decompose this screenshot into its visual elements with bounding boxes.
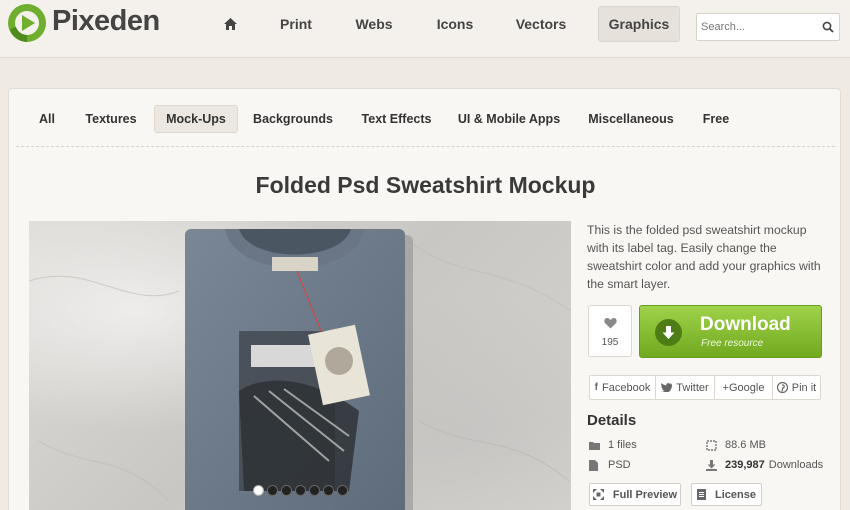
- downloads-count: 239,987: [725, 459, 765, 471]
- search-box: [696, 13, 840, 41]
- share-label: Facebook: [602, 381, 651, 394]
- file-size-icon: [706, 439, 717, 451]
- detail-size: 88.6 MB: [706, 439, 766, 451]
- detail-format: PSD: [589, 459, 631, 471]
- divider: [16, 146, 835, 147]
- category-miscellaneous[interactable]: Miscellaneous: [581, 105, 681, 133]
- sweatshirt-illustration: [29, 229, 571, 510]
- search-input[interactable]: [701, 19, 816, 35]
- download-subtitle: Free resource: [701, 338, 764, 349]
- share-bar: f Facebook Twitter +Google Pin it: [589, 375, 821, 400]
- downloads-label: Downloads: [768, 459, 824, 471]
- category-text-effects[interactable]: Text Effects: [353, 105, 440, 133]
- product-preview-image[interactable]: [29, 221, 571, 510]
- brand-name[interactable]: Pixeden: [52, 5, 160, 38]
- slider-dot[interactable]: [253, 485, 264, 496]
- nav-item-print[interactable]: Print: [268, 6, 324, 42]
- files-count: 1 files: [608, 439, 637, 451]
- content-panel: All Textures Mock-Ups Backgrounds Text E…: [8, 88, 841, 510]
- page-title: Folded Psd Sweatshirt Mockup: [255, 172, 596, 198]
- nav-item-graphics[interactable]: Graphics: [598, 6, 680, 42]
- category-ui-mobile-apps[interactable]: UI & Mobile Apps: [452, 105, 566, 133]
- nav-item-icons[interactable]: Icons: [424, 6, 486, 42]
- share-facebook-button[interactable]: f Facebook: [590, 376, 656, 399]
- folder-icon: [589, 441, 600, 450]
- share-pinterest-button[interactable]: Pin it: [773, 376, 820, 399]
- category-backgrounds[interactable]: Backgrounds: [247, 105, 339, 133]
- category-free[interactable]: Free: [695, 105, 737, 133]
- download-icon: [655, 319, 682, 346]
- slider-dot[interactable]: [295, 485, 306, 496]
- share-twitter-button[interactable]: Twitter: [656, 376, 715, 399]
- license-button[interactable]: License: [691, 483, 762, 506]
- heart-icon: [604, 318, 617, 329]
- product-description: This is the folded psd sweatshirt mockup…: [587, 223, 821, 291]
- slider-dot[interactable]: [323, 485, 334, 496]
- like-count: 195: [601, 337, 619, 348]
- download-title: Download: [700, 314, 791, 335]
- nav-item-webs[interactable]: Webs: [344, 6, 404, 42]
- slider-dot[interactable]: [281, 485, 292, 496]
- share-google-plus-button[interactable]: +Google: [715, 376, 773, 399]
- share-label: Pin it: [791, 381, 817, 394]
- full-preview-label: Full Preview: [612, 488, 678, 501]
- category-all[interactable]: All: [31, 105, 63, 133]
- file-icon: [589, 459, 598, 471]
- category-textures[interactable]: Textures: [77, 105, 145, 133]
- share-label: Twitter: [676, 381, 709, 394]
- nav-item-vectors[interactable]: Vectors: [506, 6, 576, 42]
- slider-dot[interactable]: [337, 485, 348, 496]
- share-label: +Google: [722, 381, 765, 394]
- download-count-icon: [706, 459, 717, 471]
- pixeden-logo-icon[interactable]: [7, 3, 47, 43]
- home-icon[interactable]: [224, 18, 237, 30]
- file-format: PSD: [608, 459, 631, 471]
- category-mock-ups[interactable]: Mock-Ups: [154, 105, 238, 133]
- twitter-icon: [661, 383, 673, 392]
- license-label: License: [715, 488, 756, 501]
- details-heading: Details: [587, 412, 637, 429]
- full-preview-button[interactable]: Full Preview: [589, 483, 681, 506]
- like-button[interactable]: 195: [588, 305, 632, 357]
- slider-dot[interactable]: [309, 485, 320, 496]
- expand-icon: [592, 489, 604, 500]
- detail-files: 1 files: [589, 439, 637, 451]
- facebook-icon: f: [594, 382, 599, 393]
- search-icon[interactable]: [822, 21, 834, 33]
- file-size: 88.6 MB: [725, 439, 766, 451]
- slider-dot[interactable]: [267, 485, 278, 496]
- detail-downloads: 239,987 Downloads: [706, 459, 823, 471]
- image-slider-dots: [253, 485, 348, 497]
- pinterest-icon: [776, 382, 788, 393]
- download-button[interactable]: Download Free resource: [639, 305, 822, 358]
- document-icon: [697, 489, 707, 500]
- top-navigation-bar: Pixeden Print Webs Icons Vectors Graphic…: [0, 0, 850, 58]
